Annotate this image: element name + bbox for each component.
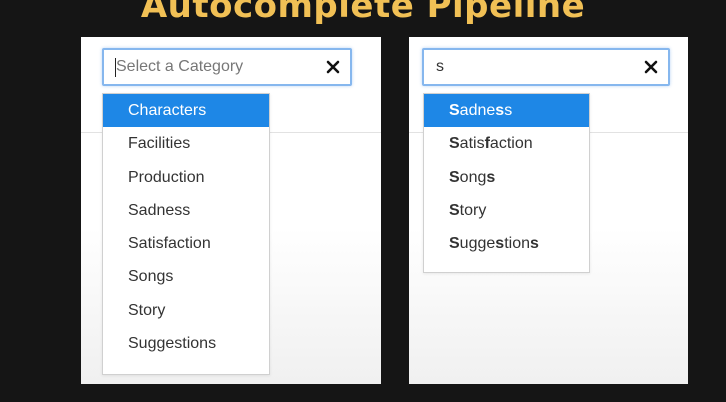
dropdown-option[interactable]: Songs	[424, 161, 589, 194]
dropdown-option[interactable]: Suggestions	[424, 227, 589, 260]
dropdown-option[interactable]: Production	[103, 161, 269, 194]
dropdown-option[interactable]: Songs	[103, 260, 269, 293]
category-search-input[interactable]	[434, 57, 626, 77]
dropdown-option[interactable]: Story	[424, 194, 589, 227]
autocomplete-panel-filtered: SadnessSatisfactionSongsStorySuggestions	[409, 37, 688, 384]
category-search-box[interactable]	[422, 48, 670, 86]
category-search-box[interactable]	[102, 48, 352, 86]
dropdown-option[interactable]: Satisfaction	[424, 127, 589, 160]
page-title: Autocomplete Pipeline	[140, 0, 586, 26]
category-search-input[interactable]	[114, 57, 306, 77]
dropdown-option[interactable]: Facilities	[103, 127, 269, 160]
dropdown-option[interactable]: Characters	[103, 94, 269, 128]
dropdown-option[interactable]: Story	[103, 294, 269, 327]
autocomplete-panel-empty: CharactersFacilitiesProductionSadnessSat…	[81, 37, 381, 384]
dropdown-option[interactable]: Satisfaction	[103, 227, 269, 260]
dropdown-option[interactable]: Suggestions	[103, 327, 269, 360]
filtered-dropdown-list: Sadness Satisfaction Songs Story Suggestions	[423, 93, 590, 273]
dropdown-option[interactable]: Sadness	[103, 194, 269, 227]
category-dropdown-list: Characters Facilities Production Sadness Sat…	[102, 93, 270, 375]
close-icon[interactable]	[644, 60, 658, 74]
dropdown-option[interactable]: Sadness	[424, 94, 589, 128]
close-icon[interactable]	[326, 60, 340, 74]
